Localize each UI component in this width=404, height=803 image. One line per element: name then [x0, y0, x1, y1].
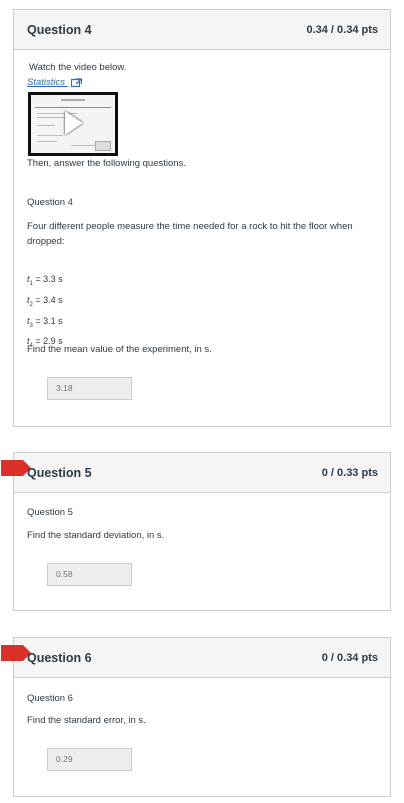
answer-field[interactable]: 0.29	[47, 748, 132, 771]
answer-field[interactable]: 3.18	[47, 377, 132, 400]
video-link[interactable]: Statistics	[27, 77, 82, 88]
question-points: 0 / 0.33 pts	[321, 467, 378, 479]
question-card-5: Question 5 0 / 0.33 pts Question 5 Find …	[1, 452, 391, 611]
question-header: Question 5 0 / 0.33 pts	[1, 453, 390, 493]
question-ask: Find the standard deviation, in s.	[27, 530, 165, 541]
measurement-item: t3 = 3.1 s	[27, 315, 63, 329]
measurement-item: t1 = 3.3 s	[27, 274, 63, 287]
question-subtitle: Question 4	[27, 197, 73, 208]
play-icon[interactable]	[65, 111, 83, 135]
after-video-text: Then, answer the following questions.	[27, 158, 186, 169]
question-title: Question 6	[27, 651, 92, 665]
question-title: Question 5	[27, 466, 92, 480]
question-points: 0 / 0.34 pts	[321, 652, 378, 664]
measurement-list: t1 = 3.3 s t2 = 3.4 s t3 = 3.1 s t4 = 2.…	[27, 271, 63, 354]
measurement-item: t2 = 3.4 s	[27, 294, 63, 308]
question-prompt: Four different people measure the time n…	[27, 221, 353, 247]
video-link-label[interactable]: Statistics	[27, 77, 65, 88]
intro-text: Watch the video below.	[29, 62, 127, 73]
question-title: Question 4	[27, 23, 92, 37]
flag-icon[interactable]	[1, 645, 31, 661]
question-card-4: Question 4 0.34 / 0.34 pts Watch the vid…	[13, 9, 391, 427]
question-ask: Find the standard error, in s.	[27, 715, 146, 726]
external-link-icon	[70, 78, 82, 87]
question-header: Question 4 0.34 / 0.34 pts	[14, 10, 390, 50]
video-thumbnail[interactable]	[28, 92, 118, 156]
question-header: Question 6 0 / 0.34 pts	[1, 638, 390, 678]
question-points: 0.34 / 0.34 pts	[306, 24, 378, 36]
question-ask: Find the mean value of the experiment, i…	[27, 344, 212, 355]
video-frame	[31, 95, 115, 153]
question-card-6: Question 6 0 / 0.34 pts Question 6 Find …	[1, 637, 391, 797]
flag-icon[interactable]	[1, 460, 31, 476]
question-subtitle: Question 6	[27, 693, 73, 704]
answer-field[interactable]: 0.58	[47, 563, 132, 586]
question-subtitle: Question 5	[27, 507, 73, 518]
